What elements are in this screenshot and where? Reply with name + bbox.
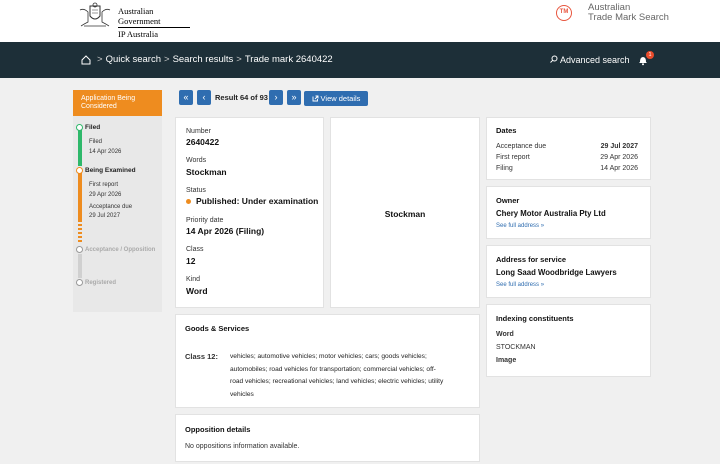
words-label: Words	[186, 157, 207, 164]
tm-line2: Trade Mark Search	[588, 12, 669, 23]
indexing-image-label: Image	[496, 357, 517, 364]
opposition-card: Opposition details No oppositions inform…	[175, 414, 480, 462]
details-card: Number 2640422 Words Stockman Status Pub…	[175, 117, 324, 308]
result-counter: Result 64 of 93	[215, 93, 268, 102]
gov-wordmark[interactable]: Australian Government IP Australia	[118, 6, 190, 39]
view-details-button[interactable]: View details	[304, 91, 368, 106]
owner-address-link[interactable]: See full address »	[496, 222, 544, 230]
timeline-segment-dotted	[78, 224, 82, 244]
timeline-label-acceptance: Acceptance / Opposition	[85, 247, 156, 253]
first-page-button[interactable]: «	[179, 90, 193, 105]
timeline-dot-registered	[76, 279, 83, 286]
first-report-label: First report	[89, 182, 119, 188]
goods-services-card: Goods & Services Class 12: vehicles; aut…	[175, 314, 480, 408]
goods-line: vehicles; automotive vehicles; motor veh…	[230, 353, 427, 360]
number-value: 2640422	[186, 137, 220, 147]
timeline-dot-examined	[76, 167, 83, 174]
breadcrumb-separator: >	[236, 54, 242, 65]
gov-line1: Australian Government	[118, 6, 190, 28]
priority-label: Priority date	[186, 217, 224, 224]
words-value: Stockman	[186, 167, 227, 177]
coat-of-arms-icon[interactable]	[76, 2, 114, 30]
timeline-dot-filed	[76, 124, 83, 131]
indexing-word-label: Word	[496, 331, 514, 338]
first-report-row-value: 29 Apr 2026	[600, 154, 638, 161]
breadcrumb-quick-search[interactable]: Quick search	[106, 54, 161, 65]
goods-line: automobiles; road vehicles for transport…	[230, 365, 436, 373]
breadcrumb-current: Trade mark 2640422	[244, 54, 333, 65]
breadcrumb-search-results[interactable]: Search results	[173, 54, 234, 65]
filed-sub-date: 14 Apr 2026	[89, 149, 122, 155]
indexing-title: Indexing constituents	[496, 314, 574, 323]
service-name: Long Saad Woodbridge Lawyers	[496, 268, 617, 277]
mark-preview-card: Stockman	[330, 117, 480, 308]
timeline-dot-acceptance	[76, 246, 83, 253]
dates-card: Dates Acceptance due 29 Jul 2027 First r…	[486, 117, 651, 180]
filing-row-value: 14 Apr 2026	[600, 165, 638, 172]
dates-title: Dates	[496, 126, 517, 135]
timeline-label-filed: Filed	[85, 124, 101, 131]
advanced-search-label: Advanced search	[560, 55, 630, 65]
status-indicator	[186, 199, 191, 204]
breadcrumb: > Quick search > Search results > Trade mark …	[94, 54, 333, 66]
acceptance-due-row-label: Acceptance due	[496, 143, 547, 150]
prev-page-button[interactable]: ‹	[197, 90, 211, 105]
timeline-label-registered: Registered	[85, 280, 117, 286]
filing-row-label: Filing	[496, 165, 513, 172]
goods-line: road vehicles; recreational vehicles; la…	[230, 378, 444, 385]
timeline-label-examined: Being Examined	[85, 167, 136, 174]
timeline-segment-pending	[78, 254, 82, 278]
view-details-label: View details	[320, 94, 361, 103]
class-value: 12	[186, 256, 196, 266]
status-header: Application Being Considered	[73, 90, 162, 116]
goods-line: vehicles	[230, 390, 254, 398]
mark-preview-text: Stockman	[384, 209, 426, 219]
site-header: Australian Government IP Australia TM Au…	[0, 0, 720, 42]
goods-class-label: Class 12:	[185, 352, 218, 361]
opposition-title: Opposition details	[185, 425, 251, 434]
owner-title: Owner	[496, 196, 520, 205]
home-icon[interactable]	[80, 54, 92, 66]
next-page-button[interactable]: ›	[269, 90, 283, 105]
opposition-text: No oppositions information available.	[185, 443, 300, 450]
priority-value: 14 Apr 2026 (Filing)	[186, 226, 265, 236]
indexing-word-value: STOCKMAN	[496, 344, 536, 351]
tm-logo-icon[interactable]: TM	[556, 5, 572, 21]
class-label: Class	[186, 246, 204, 253]
goods-description: vehicles; automotive vehicles; motor veh…	[230, 351, 475, 401]
external-link-icon	[312, 95, 318, 102]
breadcrumb-separator: >	[164, 54, 170, 65]
timeline-segment-filed	[78, 126, 82, 166]
first-report-row-label: First report	[496, 154, 530, 161]
service-address-link[interactable]: See full address »	[496, 281, 544, 289]
tm-search-wordmark[interactable]: Australian Trade Mark Search	[588, 3, 669, 23]
kind-label: Kind	[186, 276, 201, 283]
gov-line2: IP Australia	[118, 29, 159, 39]
kind-value: Word	[186, 286, 208, 296]
notification-badge: 1	[646, 51, 654, 59]
status-label: Status	[186, 187, 206, 194]
acceptance-due-label: Acceptance due	[89, 204, 133, 210]
first-report-date: 29 Apr 2026	[89, 192, 122, 198]
owner-name: Chery Motor Australia Pty Ltd	[496, 209, 606, 218]
filed-sub-label: Filed	[89, 139, 103, 145]
nav-bar: > Quick search > Search results > Trade mark …	[0, 42, 720, 78]
acceptance-due-date: 29 Jul 2027	[89, 213, 121, 219]
number-label: Number	[186, 128, 211, 135]
timeline-segment-examined	[78, 170, 82, 222]
status-timeline: Application Being Considered Filed Filed…	[73, 90, 162, 312]
breadcrumb-separator: >	[97, 54, 103, 65]
advanced-search-link[interactable]: Advanced search	[550, 54, 630, 66]
service-card: Address for service Long Saad Woodbridge…	[486, 245, 651, 298]
goods-title: Goods & Services	[185, 324, 250, 333]
indexing-card: Indexing constituents Word STOCKMAN Imag…	[486, 304, 651, 377]
status-value: Published: Under examination	[196, 196, 319, 206]
acceptance-due-row-value: 29 Jul 2027	[600, 143, 638, 150]
last-page-button[interactable]: »	[287, 90, 301, 105]
owner-card: Owner Chery Motor Australia Pty Ltd See …	[486, 186, 651, 239]
search-icon	[550, 55, 558, 63]
service-title: Address for service	[496, 255, 567, 264]
